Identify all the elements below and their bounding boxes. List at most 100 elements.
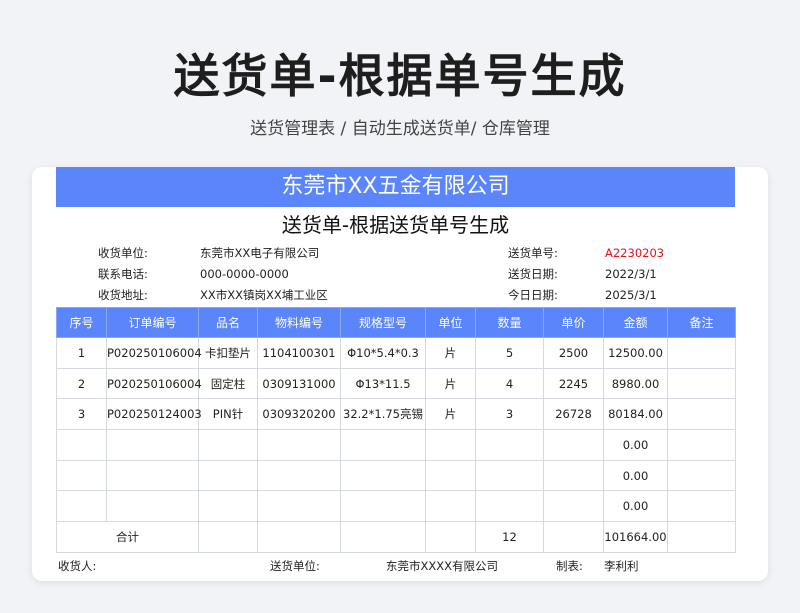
phone-value: 000-0000-0000 xyxy=(200,267,289,281)
table-cell: 0.00 xyxy=(603,429,668,461)
table-cell: 固定柱 xyxy=(198,367,258,400)
col-header: 物料编号 xyxy=(257,307,341,338)
table-cell xyxy=(340,459,426,492)
delivery-date-label: 送货日期: xyxy=(508,267,558,281)
table-cell: 8980.00 xyxy=(603,367,668,400)
table-cell xyxy=(198,521,258,553)
table-cell xyxy=(667,459,736,492)
table-cell: 0309131000 xyxy=(257,367,341,400)
table-cell xyxy=(56,459,107,492)
table-cell xyxy=(257,429,341,461)
order-no-label: 送货单号: xyxy=(508,246,558,260)
table-cell xyxy=(475,490,544,523)
table-cell xyxy=(340,490,426,523)
table-cell xyxy=(425,459,476,492)
table-cell: 32.2*1.75亮锡 xyxy=(340,398,426,431)
table-row: 0.00 xyxy=(56,429,736,461)
company-name-bar: 东莞市XX五金有限公司 xyxy=(56,167,735,207)
table-cell: P020250124003 xyxy=(106,398,202,431)
table-row: 0.00 xyxy=(56,459,736,492)
table-cell: 2245 xyxy=(543,367,604,400)
table-cell: Φ10*5.4*0.3 xyxy=(340,337,426,369)
table-cell: 片 xyxy=(425,367,476,400)
table-cell xyxy=(340,429,426,461)
table-cell: 4 xyxy=(475,367,544,400)
table-cell xyxy=(106,490,199,523)
total-qty: 12 xyxy=(475,521,544,553)
order-no-value: A2230203 xyxy=(605,246,665,260)
table-cell: P020250106004 xyxy=(106,337,202,369)
table-cell xyxy=(543,429,604,461)
table-cell xyxy=(198,429,258,461)
table-cell: 片 xyxy=(425,337,476,369)
sender-value: 东莞市XXXX有限公司 xyxy=(386,559,499,573)
table-cell: 0.00 xyxy=(603,459,668,492)
table-cell xyxy=(425,490,476,523)
col-header: 备注 xyxy=(667,307,736,338)
info-row-1: 收货单位: 东莞市XX电子有限公司 送货单号: A2230203 xyxy=(32,243,768,263)
table-cell xyxy=(56,429,107,461)
table-cell: 0.00 xyxy=(603,490,668,523)
table-cell: P020250106004 xyxy=(106,367,202,400)
table-cell: 2500 xyxy=(543,337,604,369)
maker-label: 制表: xyxy=(556,559,583,573)
receiver-value: 东莞市XX电子有限公司 xyxy=(200,246,320,260)
table-cell xyxy=(543,521,604,553)
col-header: 数量 xyxy=(475,307,544,338)
table-cell xyxy=(340,521,426,553)
table-cell xyxy=(198,459,258,492)
phone-label: 联系电话: xyxy=(98,267,148,281)
table-cell xyxy=(667,521,736,553)
table-cell: 1 xyxy=(56,337,107,369)
table-cell: 3 xyxy=(475,398,544,431)
table-cell: 3 xyxy=(56,398,107,431)
table-cell xyxy=(425,429,476,461)
page-subtitle: 送货管理表 / 自动生成送货单/ 仓库管理 xyxy=(250,119,550,139)
document-title: 送货单-根据送货单号生成 xyxy=(281,213,510,237)
col-header: 单价 xyxy=(543,307,604,338)
sender-label: 送货单位: xyxy=(270,559,320,573)
table-cell: 卡扣垫片 xyxy=(198,337,258,369)
consignee-label: 收货人: xyxy=(58,559,97,573)
table-cell: 80184.00 xyxy=(603,398,668,431)
today-label: 今日日期: xyxy=(508,288,558,302)
address-label: 收货地址: xyxy=(98,288,148,302)
table-cell xyxy=(475,459,544,492)
table-cell: 5 xyxy=(475,337,544,369)
table-row: 3 P020250124003 PIN针 0309320200 32.2*1.75亮锡片… xyxy=(56,398,736,431)
table-cell xyxy=(425,521,476,553)
table-row: 1 P020250106004 卡扣垫片 1104100301 Φ10*5.4*0.3 片… xyxy=(56,337,736,369)
table-cell xyxy=(198,490,258,523)
table-header-row: 序号 订单编号 品名 物料编号 规格型号 单位 数量 单价 金额 备注 xyxy=(56,307,736,338)
delivery-date-value: 2022/3/1 xyxy=(605,267,657,281)
table-cell: PIN针 xyxy=(198,398,258,431)
col-header: 品名 xyxy=(198,307,258,338)
table-cell xyxy=(106,429,199,461)
table-cell xyxy=(667,490,736,523)
signature-row: 收货人: 送货单位: 东莞市XXXX有限公司 制表: 李利利 xyxy=(32,556,768,576)
table-cell xyxy=(106,459,199,492)
total-label: 合计 xyxy=(56,521,199,553)
table-cell xyxy=(257,521,341,553)
maker-value: 李利利 xyxy=(604,559,639,573)
total-amount: 101664.00 xyxy=(603,521,668,553)
page-title: 送货单-根据单号生成 xyxy=(173,49,627,103)
table-cell: 12500.00 xyxy=(603,337,668,369)
today-value: 2025/3/1 xyxy=(605,288,657,302)
table-cell xyxy=(667,398,736,431)
items-table: 序号 订单编号 品名 物料编号 规格型号 单位 数量 单价 金额 备注 1 P02… xyxy=(56,307,736,553)
table-cell xyxy=(257,459,341,492)
col-header: 序号 xyxy=(56,307,107,338)
total-row: 合计 12 101664.00 xyxy=(56,521,736,553)
table-cell xyxy=(667,337,736,369)
table-cell xyxy=(667,367,736,400)
address-value: XX市XX镇岗XX埔工业区 xyxy=(200,288,328,302)
table-cell: 26728 xyxy=(543,398,604,431)
table-cell: 1104100301 xyxy=(257,337,341,369)
col-header: 单位 xyxy=(425,307,476,338)
table-cell: 2 xyxy=(56,367,107,400)
col-header: 订单编号 xyxy=(106,307,199,338)
info-row-2: 联系电话: 000-0000-0000 送货日期: 2022/3/1 xyxy=(32,264,768,284)
delivery-note-card: 东莞市XX五金有限公司 送货单-根据送货单号生成 收货单位: 东莞市XX电子有限… xyxy=(32,167,768,581)
info-row-3: 收货地址: XX市XX镇岗XX埔工业区 今日日期: 2025/3/1 xyxy=(32,285,768,305)
